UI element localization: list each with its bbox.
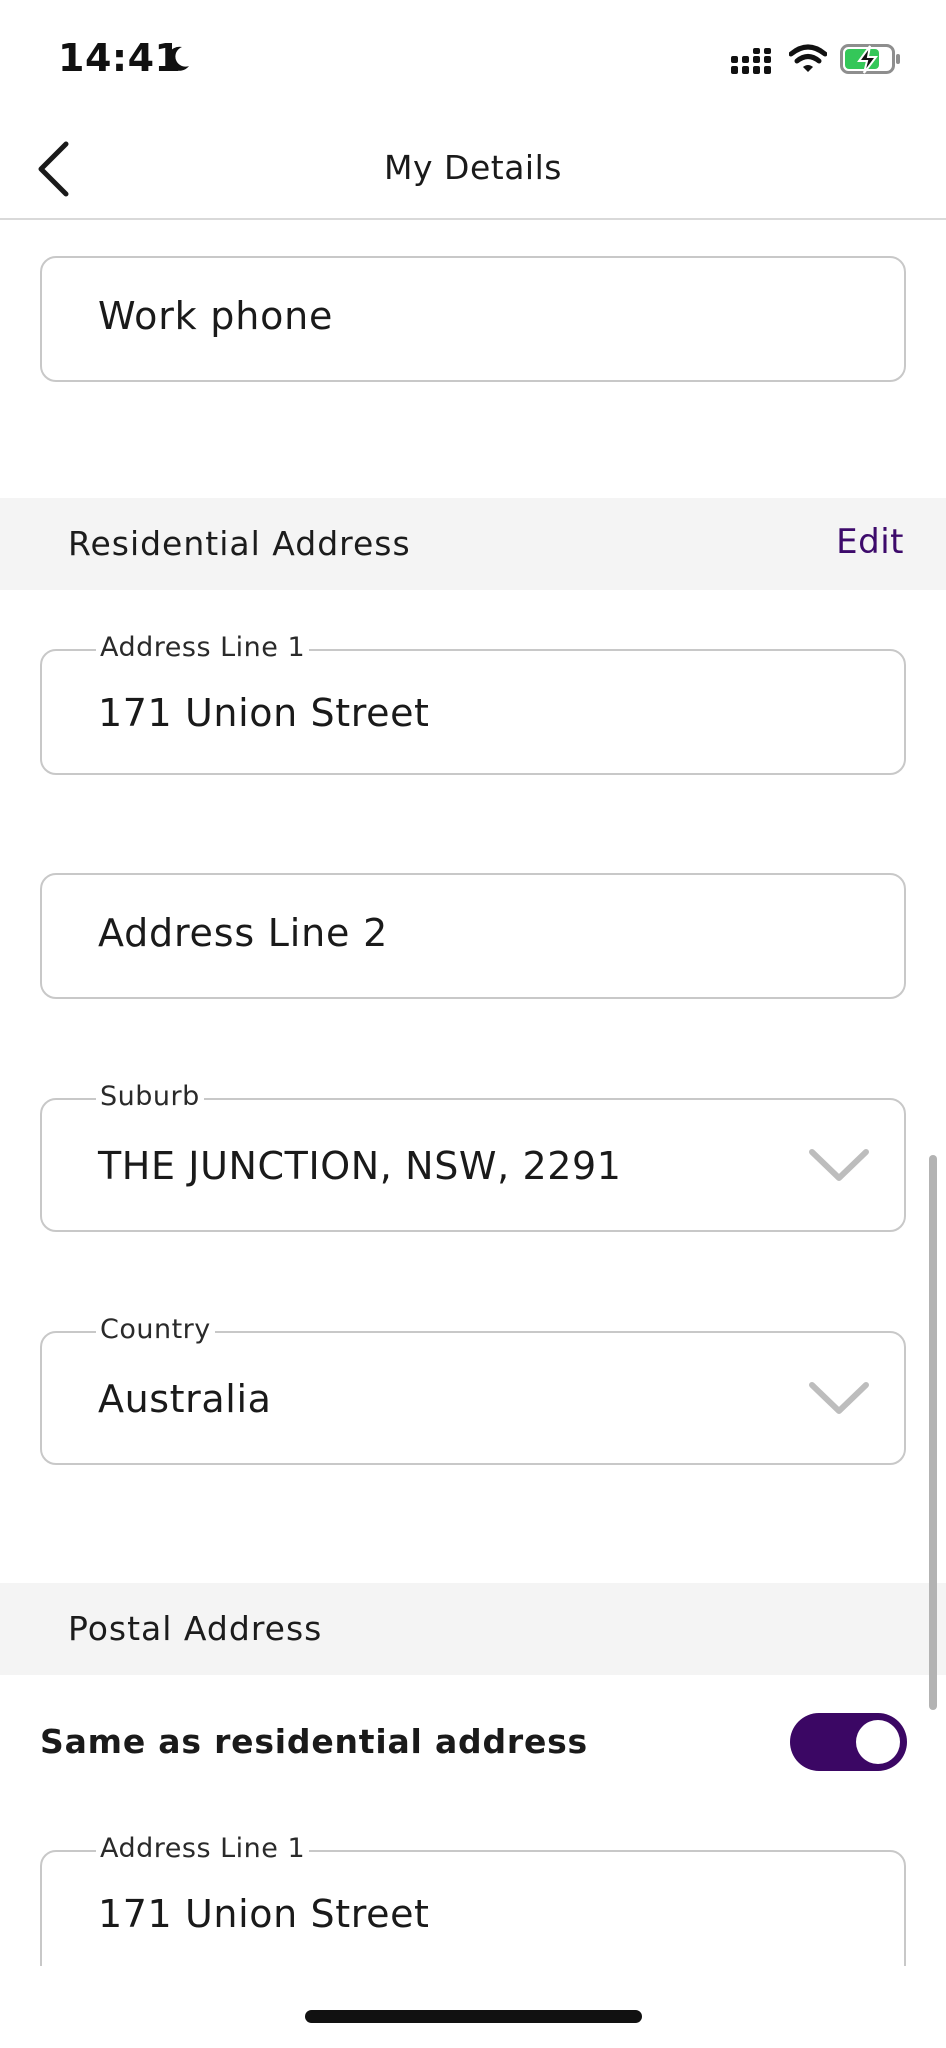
postal-address-header: Postal Address <box>0 1583 946 1675</box>
postal-address-line-1-label: Address Line 1 <box>96 1831 310 1867</box>
country-select[interactable]: Country Australia <box>40 1312 906 1465</box>
chevron-down-icon <box>809 1149 869 1181</box>
address-line-2-placeholder: Address Line 2 <box>98 911 389 955</box>
work-phone-placeholder: Work phone <box>98 294 334 338</box>
chevron-down-icon <box>809 1382 869 1414</box>
status-bar: 14:41 <box>0 0 946 120</box>
same-as-residential-toggle[interactable] <box>790 1713 907 1771</box>
home-indicator[interactable] <box>305 2010 642 2023</box>
residential-address-title: Residential Address <box>68 524 411 563</box>
suburb-value: THE JUNCTION, NSW, 2291 <box>98 1144 622 1188</box>
address-line-1-label: Address Line 1 <box>96 630 310 666</box>
same-as-residential-label: Same as residential address <box>40 1722 589 1761</box>
postal-address-line-1-value: 171 Union Street <box>98 1892 430 1936</box>
battery-charging-icon <box>840 44 900 74</box>
work-phone-field[interactable]: Work phone <box>40 256 906 382</box>
cellular-signal-icon <box>731 48 771 74</box>
wifi-icon <box>789 44 827 72</box>
toggle-knob <box>856 1720 900 1764</box>
residential-address-line-1-field[interactable]: Address Line 1 171 Union Street <box>40 630 906 775</box>
edit-residential-address-link[interactable]: Edit <box>836 522 904 562</box>
suburb-label: Suburb <box>96 1079 204 1115</box>
country-label: Country <box>96 1312 215 1348</box>
residential-address-header: Residential Address Edit <box>0 498 946 590</box>
address-line-1-value: 171 Union Street <box>98 691 430 735</box>
postal-address-title: Postal Address <box>68 1609 323 1648</box>
scrollbar[interactable] <box>929 1155 937 1710</box>
moon-icon <box>167 46 189 71</box>
residential-address-line-2-field[interactable]: Address Line 2 <box>40 873 906 999</box>
nav-bar: My Details <box>0 120 946 220</box>
country-value: Australia <box>98 1377 272 1421</box>
page-title: My Details <box>384 148 562 187</box>
suburb-select[interactable]: Suburb THE JUNCTION, NSW, 2291 <box>40 1079 906 1232</box>
bottom-safe-area <box>0 1966 946 2048</box>
